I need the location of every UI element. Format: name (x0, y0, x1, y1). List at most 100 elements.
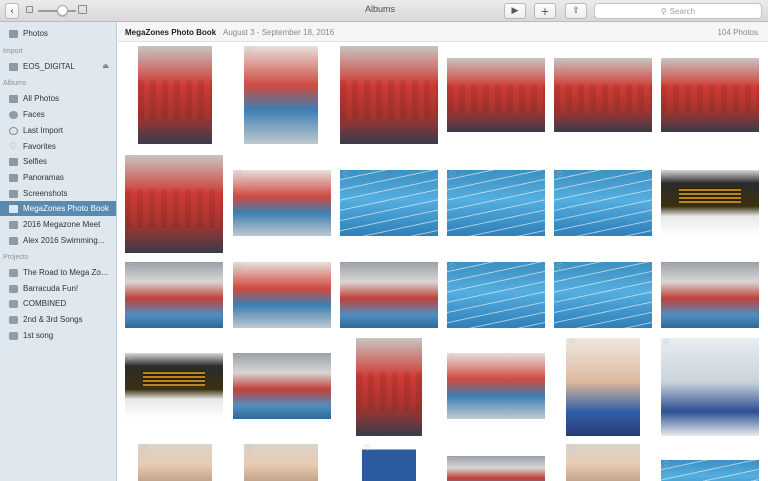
sidebar-item-label: Favorites (23, 142, 56, 151)
sidebar-item-photos[interactable]: Photos (0, 26, 116, 41)
photo-thumbnail[interactable]: ♡ (661, 58, 759, 132)
photos-icon (9, 94, 18, 103)
sidebar-item-favorites[interactable]: ♡ Favorites (0, 139, 116, 154)
project-icon (9, 315, 18, 324)
play-icon: ▶ (511, 6, 519, 16)
sidebar-item-label: EOS_DIGITAL (23, 62, 75, 71)
sidebar-item-panoramas[interactable]: Panoramas (0, 170, 116, 185)
sidebar-item-label: 1st song (23, 331, 54, 340)
photo-thumbnail[interactable]: ♡ (340, 170, 438, 236)
photo-thumbnail[interactable]: ♡ (340, 262, 438, 328)
share-button[interactable]: ⇪ (565, 3, 587, 19)
photo-thumbnail[interactable]: ♡ (244, 46, 318, 144)
heart-icon: ♡ (235, 170, 243, 179)
sidebar-item-last-import[interactable]: Last Import (0, 123, 116, 138)
sidebar-item-label: All Photos (23, 94, 60, 103)
photo-thumbnail[interactable]: ♡ (233, 353, 331, 419)
projects-header: Projects (3, 254, 29, 261)
photo-thumbnail[interactable]: ♡ (356, 338, 422, 436)
sidebar-item-2016-megazone-meet[interactable]: 2016 Megazone Meet (0, 217, 116, 232)
search-input[interactable]: ⚲ Search (594, 3, 762, 19)
photo-count: 104 Photos (717, 28, 758, 37)
zoom-slider-knob[interactable] (57, 5, 68, 16)
sidebar-item-project[interactable]: Barracuda Fun! (0, 281, 116, 296)
photo-thumbnail[interactable]: ♡ (661, 262, 759, 328)
photo-thumbnail[interactable]: ♡ (447, 58, 545, 132)
photo-thumbnail[interactable]: ♡ (244, 444, 318, 481)
photo-thumbnail[interactable]: ♡ (447, 353, 545, 419)
photo-thumbnail[interactable]: ♡ (447, 456, 545, 481)
heart-icon: ♡ (449, 262, 457, 271)
heart-icon: ♡ (449, 58, 457, 67)
panorama-icon (9, 173, 18, 182)
photo-thumbnail[interactable]: ♡ (661, 338, 759, 436)
sidebar-item-label: Selfies (23, 157, 48, 166)
heart-icon: ♡ (246, 46, 254, 55)
photo-thumbnail[interactable]: ♡ (566, 444, 640, 481)
photo-thumbnail[interactable]: ♡ (566, 338, 640, 436)
sidebar-item-megazones-photo-book[interactable]: MegaZones Photo Book (0, 201, 116, 216)
heart-icon: ♡ (246, 444, 254, 453)
sidebar-item-selfies[interactable]: Selfies (0, 154, 116, 169)
photo-thumbnail[interactable]: ♡ (125, 353, 223, 419)
photo-thumbnail[interactable]: ♡ (138, 444, 212, 481)
sidebar-item-all-photos[interactable]: All Photos (0, 91, 116, 106)
add-button[interactable]: + (534, 3, 556, 19)
heart-icon: ♡ (9, 141, 18, 152)
photo-thumbnail[interactable]: ♡ (661, 170, 759, 236)
sidebar-item-project[interactable]: The Road to Mega Zo... (0, 265, 116, 280)
sidebar-item-project[interactable]: 1st song (0, 328, 116, 343)
heart-icon: ♡ (127, 262, 135, 271)
screenshot-icon (9, 189, 18, 198)
photo-thumbnail[interactable]: ♡ (554, 58, 652, 132)
sidebar-item-label: 2nd & 3rd Songs (23, 315, 83, 324)
heart-icon: ♡ (663, 338, 671, 347)
sidebar-item-project[interactable]: COMBINED (0, 296, 116, 311)
sidebar-item-label: Alex 2016 Swimming... (23, 236, 105, 245)
photo-thumbnail[interactable]: ♡ (554, 262, 652, 328)
chevron-left-icon: ‹ (10, 5, 14, 17)
sidebar-item-eos-digital[interactable]: EOS_DIGITAL ⏏ (0, 59, 116, 74)
back-button[interactable]: ‹ (5, 3, 19, 19)
photo-thumbnail[interactable]: ♡ (233, 262, 331, 328)
selfies-icon (9, 157, 18, 166)
sidebar-item-label: MegaZones Photo Book (23, 204, 109, 213)
sidebar-item-faces[interactable]: Faces (0, 107, 116, 122)
photo-thumbnail[interactable]: ♡ (125, 155, 223, 253)
photo-thumbnail[interactable]: ♡ (447, 262, 545, 328)
photo-thumbnail[interactable]: ♡ (233, 170, 331, 236)
album-icon (9, 236, 18, 245)
sidebar-item-label: Barracuda Fun! (23, 284, 79, 293)
photo-thumbnail[interactable]: ♡ (362, 444, 416, 481)
photo-thumbnail[interactable]: ♡ (554, 170, 652, 236)
photos-app-window: ‹ Albums ▶ + ⇪ ⚲ Search Photos Import EO… (0, 0, 768, 481)
sidebar-item-alex-2016-swimming[interactable]: Alex 2016 Swimming... (0, 233, 116, 248)
clock-icon (9, 126, 18, 135)
heart-icon: ♡ (342, 262, 350, 271)
eject-icon[interactable]: ⏏ (102, 62, 109, 70)
project-icon (9, 268, 18, 277)
slideshow-button[interactable]: ▶ (504, 3, 526, 19)
photo-thumbnail[interactable]: ♡ (447, 170, 545, 236)
album-title: MegaZones Photo Book (125, 28, 217, 37)
search-icon: ⚲ (660, 6, 667, 16)
photo-thumbnail[interactable]: ♡ (661, 460, 759, 481)
camera-card-icon (9, 62, 18, 71)
photo-thumbnail[interactable]: ♡ (340, 46, 438, 144)
photo-grid: ♡ ♡ ♡ ♡ ♡ ♡ ♡ ♡ ♡ ♡ ♡ ♡ ♡ ♡ ♡ ♡ ♡ ♡ ♡ ♡ … (118, 42, 768, 481)
zoom-in-icon[interactable] (78, 5, 87, 14)
heart-icon: ♡ (663, 460, 671, 469)
sidebar: Photos Import EOS_DIGITAL ⏏ Albums All P… (0, 22, 117, 481)
photo-thumbnail[interactable]: ♡ (138, 46, 212, 144)
window-title: Albums (364, 4, 395, 14)
sidebar-item-label: Photos (23, 29, 48, 38)
sidebar-item-screenshots[interactable]: Screenshots (0, 186, 116, 201)
heart-icon: ♡ (140, 46, 148, 55)
heart-icon: ♡ (364, 444, 372, 453)
heart-icon: ♡ (556, 170, 564, 179)
photo-thumbnail[interactable]: ♡ (125, 262, 223, 328)
album-icon (9, 220, 18, 229)
heart-icon: ♡ (449, 170, 457, 179)
zoom-out-icon[interactable] (26, 6, 33, 13)
sidebar-item-project[interactable]: 2nd & 3rd Songs (0, 312, 116, 327)
